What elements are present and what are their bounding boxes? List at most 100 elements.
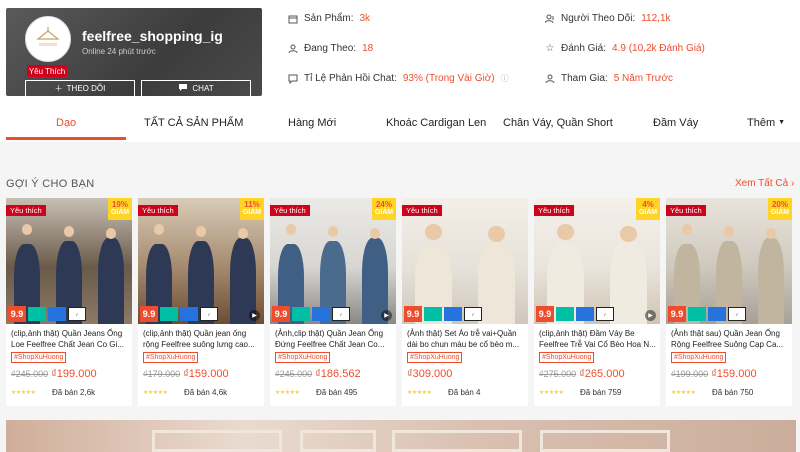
product-name[interactable]: (clip,ảnh thật) Đầm Váy Be Feelfree Trễ …	[539, 328, 657, 350]
product-image[interactable]: Yêu thích 4% GIẢM 9.9 ✓ ▶	[534, 198, 660, 324]
user-joined-icon	[545, 74, 555, 84]
product-name[interactable]: (Ảnh thật sau) Quần Jean Ống Rộng Feelfr…	[671, 328, 789, 350]
stat-products: Sản Phẩm: 3k	[288, 13, 370, 24]
model-figure	[477, 241, 516, 324]
stat-rating: ☆ Đánh Giá: 4.9 (10,2k Đánh Giá)	[545, 43, 705, 54]
tab-all-products[interactable]: TẤT CẢ SẢN PHẨM	[144, 103, 243, 142]
product-image[interactable]: Yêu thích 24% GIẢM 9.9 ✓ ▶	[270, 198, 396, 324]
rating-stars-icon: ★★★★★	[407, 390, 432, 396]
free-ship-icon	[556, 307, 574, 321]
promo-tags: 9.9 ✓	[140, 306, 218, 322]
shop-name: feelfree_shopping_ig	[82, 28, 223, 44]
favorite-tag: Yêu thích	[534, 205, 574, 216]
product-name[interactable]: (clip,ảnh thật) Quần Jeans Ống Loe Feelf…	[11, 328, 129, 350]
model-head	[21, 224, 33, 235]
sale-price: ₫159.000	[711, 368, 757, 380]
product-name[interactable]: (Ảnh thật) Set Áo trễ vai+Quần dài bo ch…	[407, 328, 525, 350]
guarantee-icon	[576, 307, 594, 321]
tab-more[interactable]: Thêm ▼	[747, 103, 785, 142]
sale-99-badge: 9.9	[536, 306, 554, 322]
stat-response-value: 93% (Trong Vài Giờ)	[402, 73, 495, 84]
stat-followers: Người Theo Dõi: 112,1k	[545, 13, 671, 24]
chat-icon	[178, 83, 188, 94]
model-head	[153, 224, 165, 235]
tab-cardigan[interactable]: Khoác Cardigan Len	[386, 103, 486, 142]
free-ship-icon	[292, 307, 310, 321]
price-row: ₫275.000 ₫265.000	[539, 368, 625, 380]
product-card[interactable]: Yêu thích 9.9 ✓ (Ảnh thật) Set Áo trễ va…	[402, 198, 528, 406]
shop-avatar[interactable]	[25, 16, 71, 62]
play-video-icon[interactable]: ▶	[645, 310, 656, 321]
sale-99-badge: 9.9	[8, 306, 26, 322]
sale-99-badge: 9.9	[404, 306, 422, 322]
product-name[interactable]: (Ảnh,clip thật) Quần Jean Ống Đứng Feelf…	[275, 328, 393, 350]
see-all-link[interactable]: Xem Tất Cả ›	[735, 178, 794, 189]
product-image[interactable]: Yêu thích 11% GIẢM 9.9 ✓ ▶	[138, 198, 264, 324]
online-status: Online 24 phút trước	[82, 47, 156, 56]
follow-label: THEO DÕI	[66, 84, 106, 93]
play-video-icon[interactable]: ▶	[249, 310, 260, 321]
sold-count: Đã bán 2,6k	[52, 388, 96, 397]
model-head	[425, 224, 442, 241]
promo-tags: 9.9 ✓	[536, 306, 614, 322]
product-card[interactable]: Yêu thích 4% GIẢM 9.9 ✓ ▶ (clip,ảnh thật)…	[534, 198, 660, 406]
follow-button[interactable]: ＋ THEO DÕI	[25, 80, 135, 96]
favorite-tag: Yêu thích	[666, 205, 706, 216]
discount-badge: 4% GIẢM	[636, 198, 660, 220]
play-video-icon[interactable]: ▶	[381, 310, 392, 321]
sold-count: Đã bán 750	[712, 388, 754, 397]
sold-count: Đã bán 4,6k	[184, 388, 228, 397]
guarantee-icon	[180, 307, 198, 321]
help-icon[interactable]: ⓘ	[501, 73, 509, 84]
price-row: ₫309.000	[407, 368, 452, 380]
sale-price: ₫265.000	[579, 368, 625, 380]
shop-card: Yêu Thích feelfree_shopping_ig Online 24…	[6, 8, 262, 96]
checked-icon: ✓	[68, 307, 86, 321]
stat-products-label: Sản Phẩm:	[304, 13, 354, 24]
stat-rating-value: 4.9 (10,2k Đánh Giá)	[612, 43, 705, 54]
stat-following: Đang Theo: 18	[288, 43, 373, 54]
product-card[interactable]: Yêu thích 19% GIẢM 9.9 ✓ (clip,ảnh thật) …	[6, 198, 132, 406]
guarantee-icon	[708, 307, 726, 321]
sold-count: Đã bán 4	[448, 388, 481, 397]
original-price: ₫275.000	[539, 369, 577, 379]
hashtag-badge: #ShopXuHuong	[143, 352, 199, 363]
stat-response-label: Tỉ Lệ Phản Hồi Chat:	[304, 73, 397, 84]
product-image[interactable]: Yêu thích 9.9 ✓	[402, 198, 528, 324]
tab-new[interactable]: Hàng Mới	[288, 103, 336, 142]
hashtag-badge: #ShopXuHuong	[407, 352, 463, 363]
tab-dresses[interactable]: Đầm Váy	[653, 103, 698, 142]
price-row: ₫179.000 ₫159.000	[143, 368, 229, 380]
product-image[interactable]: Yêu thích 20% GIẢM 9.9 ✓	[666, 198, 792, 324]
stat-joined-value: 5 Năm Trước	[613, 73, 674, 84]
plus-icon: ＋	[54, 84, 63, 93]
store-icon	[288, 14, 298, 24]
guarantee-icon	[312, 307, 330, 321]
model-head	[63, 226, 75, 237]
banner-frame	[152, 430, 282, 452]
rating-stars-icon: ★★★★★	[671, 390, 696, 396]
checked-icon: ✓	[728, 307, 746, 321]
product-name[interactable]: (clip,ảnh thật) Quần jean ống rộng Feelf…	[143, 328, 261, 350]
product-card[interactable]: Yêu thích 11% GIẢM 9.9 ✓ ▶ (clip,ảnh thật…	[138, 198, 264, 406]
hashtag-badge: #ShopXuHuong	[539, 352, 595, 363]
price-row: ₫245.000 ₫186.562	[275, 368, 361, 380]
discount-badge: 11% GIẢM	[240, 198, 264, 220]
followers-icon	[545, 14, 555, 24]
section-title: GỢI Ý CHO BẠN	[6, 178, 95, 190]
model-head	[557, 224, 574, 241]
stat-response: Tỉ Lệ Phản Hồi Chat: 93% (Trong Vài Giờ)…	[288, 73, 509, 84]
stat-rating-label: Đánh Giá:	[561, 43, 607, 54]
product-card[interactable]: Yêu thích 20% GIẢM 9.9 ✓ (Ảnh thật sau) Q…	[666, 198, 792, 406]
sold-count: Đã bán 759	[580, 388, 622, 397]
chat-button[interactable]: CHAT	[141, 80, 251, 96]
product-card[interactable]: Yêu thích 24% GIẢM 9.9 ✓ ▶ (Ảnh,clip thật…	[270, 198, 396, 406]
model-figure	[609, 241, 648, 324]
favorite-badge: Yêu Thích	[27, 65, 67, 77]
model-head	[620, 226, 637, 243]
guarantee-icon	[444, 307, 462, 321]
sale-99-badge: 9.9	[272, 306, 290, 322]
stat-following-label: Đang Theo:	[304, 43, 357, 54]
tab-skirts-shorts[interactable]: Chân Váy, Quần Short	[503, 103, 613, 142]
product-image[interactable]: Yêu thích 19% GIẢM 9.9 ✓	[6, 198, 132, 324]
